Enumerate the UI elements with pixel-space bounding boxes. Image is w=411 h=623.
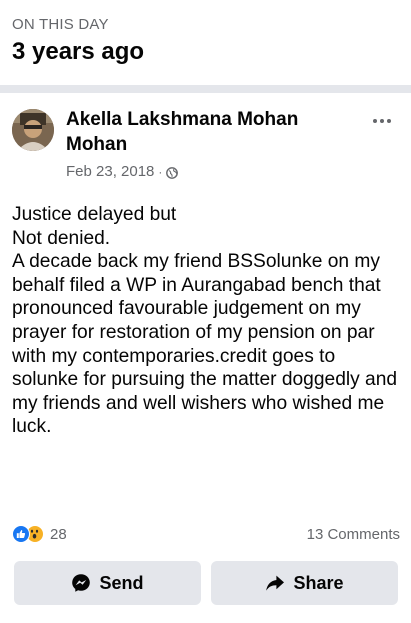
memory-title: 3 years ago [12, 38, 145, 65]
section-divider [0, 85, 411, 93]
share-button[interactable]: Share [211, 561, 398, 605]
post-date[interactable]: Feb 23, 2018 [66, 163, 154, 181]
post-line: A decade back my friend BSSolunke on my … [12, 251, 398, 438]
send-button[interactable]: Send [14, 561, 201, 605]
post-meta: Feb 23, 2018 · [66, 163, 179, 181]
globe-icon [166, 166, 179, 179]
like-icon [12, 525, 30, 543]
share-arrow-icon [265, 573, 285, 593]
comments-count[interactable]: 13 Comments [307, 526, 400, 543]
reaction-icons [12, 525, 44, 543]
post-line: Not denied. [12, 227, 111, 249]
post-line: Justice delayed but [12, 204, 177, 225]
memory-header: ON THIS DAY 3 years ago [12, 16, 144, 67]
reaction-count: 28 [50, 525, 67, 543]
post-stats: 28 13 Comments [12, 523, 400, 545]
memory-kicker: ON THIS DAY [12, 16, 109, 33]
post-text: Justice delayed but Not denied. A decade… [12, 203, 404, 439]
avatar[interactable] [12, 109, 54, 151]
more-options-icon[interactable] [370, 113, 394, 129]
reactions-summary[interactable]: 28 [12, 525, 67, 543]
author-name[interactable]: Akella Lakshmana Mohan Mohan [66, 107, 356, 157]
action-bar: Send Share [14, 561, 398, 605]
post-header: Akella Lakshmana Mohan Mohan Feb 23, 201… [12, 107, 402, 187]
send-label: Send [99, 572, 144, 593]
messenger-icon [71, 573, 91, 593]
meta-separator: · [158, 165, 163, 179]
share-label: Share [293, 572, 344, 593]
